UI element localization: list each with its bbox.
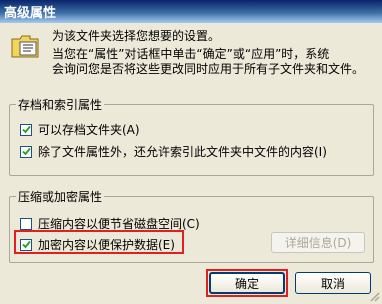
resize-grip-icon[interactable] bbox=[368, 290, 380, 302]
encrypt-highlight-box bbox=[14, 230, 184, 254]
index-content-option[interactable]: 除了文件属性外，还允许索引此文件夹中文件的内容(I) bbox=[20, 143, 327, 160]
folder-properties-icon bbox=[11, 35, 39, 58]
cancel-button[interactable]: 取消 bbox=[295, 272, 371, 294]
advanced-attributes-dialog: 高级属性 为该文件夹选择您想要的设置。 当您在“属性”对话框中单击“确定”或“应… bbox=[0, 0, 382, 304]
archive-checkbox[interactable] bbox=[20, 123, 32, 136]
description-line-1: 为该文件夹选择您想要的设置。 bbox=[52, 29, 221, 43]
index-checkbox-label: 除了文件属性外，还允许索引此文件夹中文件的内容(I) bbox=[38, 145, 327, 159]
compress-checkbox[interactable] bbox=[20, 217, 32, 230]
archive-folder-option[interactable]: 可以存档文件夹(A) bbox=[20, 121, 140, 138]
index-checkbox[interactable] bbox=[20, 145, 32, 158]
checkmark-icon bbox=[21, 125, 31, 134]
compress-group-label: 压缩或加密属性 bbox=[16, 188, 105, 205]
ok-highlight-box bbox=[206, 269, 288, 297]
dialog-title: 高级属性 bbox=[4, 6, 57, 21]
description-line-2: 当您在“属性”对话框中单击“确定”或“应用”时，系统 bbox=[52, 47, 330, 61]
checkmark-icon bbox=[21, 147, 31, 156]
title-bar[interactable]: 高级属性 bbox=[0, 0, 382, 23]
archive-group-label: 存档和索引属性 bbox=[16, 96, 105, 113]
archive-checkbox-label: 可以存档文件夹(A) bbox=[38, 123, 140, 137]
archive-index-group: 存档和索引属性 可以存档文件夹(A) 除了文件属性外，还允许索引此文件夹中文件的… bbox=[9, 96, 374, 176]
description-line-3: 会询问您是否将这些更改同时应用于所有子文件夹和文件。 bbox=[52, 62, 365, 76]
details-button[interactable]: 详细信息(D) bbox=[271, 232, 365, 253]
